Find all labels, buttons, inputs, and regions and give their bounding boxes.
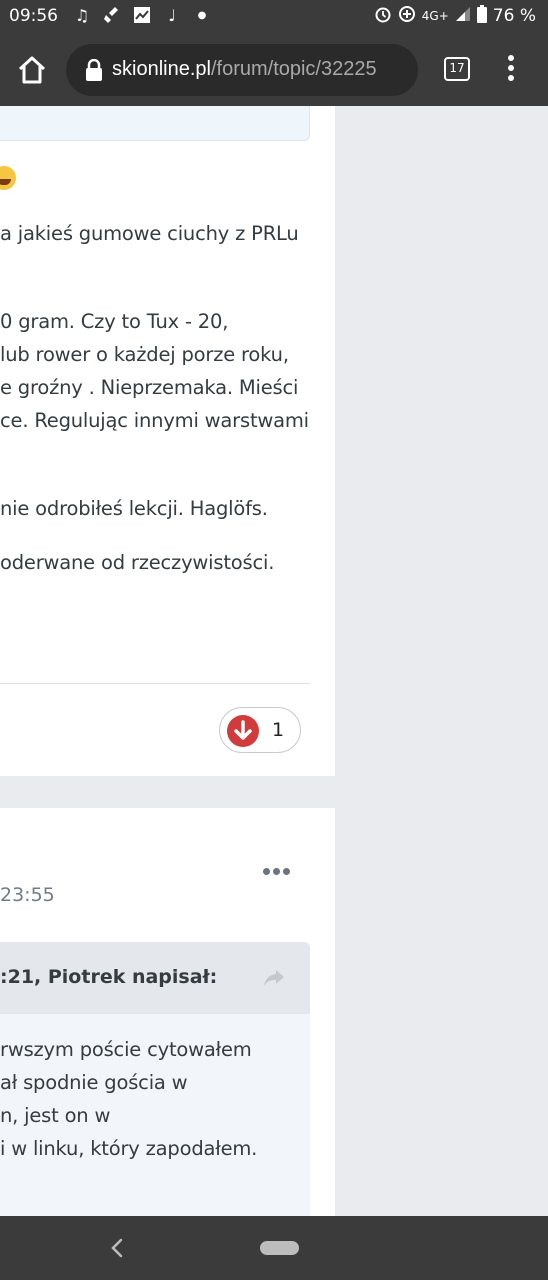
more-options-icon[interactable]: [263, 868, 293, 880]
url-host: skionline.pl: [112, 58, 211, 80]
broom-icon: [102, 5, 122, 25]
forum-post: a jakieś gumowe ciuchy z PRLu 0 gram. Cz…: [0, 106, 335, 776]
tab-switcher-button[interactable]: 17: [444, 57, 470, 81]
reaction-button[interactable]: 1: [219, 707, 301, 753]
post-timestamp: 23:55: [0, 884, 55, 906]
back-icon[interactable]: [107, 1236, 129, 1260]
alarm-icon: [374, 5, 392, 27]
quote-text-line: n, jest on w: [0, 1104, 111, 1127]
chart-image-icon: [132, 5, 152, 25]
status-bar: 09:56 ♫ ♩ ● 4G+ 76 %: [0, 0, 548, 32]
forum-post: 23:55 :21, Piotrek napisał: rwszym pości…: [0, 808, 335, 1216]
quote-text-line: ał spodnie gościa w: [0, 1071, 188, 1094]
quote-box: :21, Piotrek napisał: rwszym poście cyto…: [0, 942, 310, 1216]
post-text-line: 0 gram. Czy to Tux - 20,: [0, 310, 229, 333]
quote-header: :21, Piotrek napisał:: [0, 942, 310, 1014]
browser-toolbar: skionline.pl/forum/topic/32225 17: [0, 32, 548, 106]
url-text: skionline.pl/forum/topic/32225: [112, 58, 412, 81]
post-text-line: e groźny . Nieprzemaka. Mieści: [0, 376, 299, 399]
home-icon[interactable]: [14, 52, 50, 88]
system-indicators: 4G+ 76 %: [374, 5, 536, 27]
quote-box-end: [0, 106, 310, 141]
quote-text-line: i w linku, który zapodałem.: [0, 1137, 258, 1160]
post-text-line: lub rower o każdej porze roku,: [0, 343, 289, 366]
overflow-menu-icon[interactable]: [502, 52, 520, 88]
quote-text-line: rwszym poście cytowałem: [0, 1038, 252, 1061]
quote-author[interactable]: :21, Piotrek napisał:: [0, 966, 217, 988]
reaction-count: 1: [272, 719, 285, 741]
home-pill-button[interactable]: [260, 1241, 299, 1255]
system-navigation-bar: [0, 1216, 548, 1280]
notification-icons: ♫ ♩ ●: [72, 5, 212, 25]
post-text-line: nie odrobiłeś lekcji. Haglöfs.: [0, 497, 268, 520]
post-text-line: ce. Regulując innymi warstwami: [0, 409, 309, 432]
address-bar[interactable]: skionline.pl/forum/topic/32225: [66, 44, 418, 96]
post-text-line: a jakieś gumowe ciuchy z PRLu: [0, 222, 299, 245]
laughing-emoji-icon: [0, 166, 16, 190]
signal-icon: [455, 6, 471, 26]
dot-icon: ●: [197, 9, 207, 21]
status-time: 09:56: [9, 6, 58, 26]
share-arrow-icon[interactable]: [262, 968, 286, 988]
thumbs-down-arrow-icon: [227, 715, 259, 747]
network-type: 4G+: [421, 9, 449, 23]
post-divider: [0, 683, 310, 684]
post-text-line: oderwane od rzeczywistości.: [0, 551, 275, 574]
music-note-icon: ♫: [74, 5, 90, 25]
data-saver-icon: [398, 5, 416, 27]
battery-percent: 76 %: [492, 6, 536, 26]
battery-icon: [476, 5, 487, 27]
music-note-small-icon: ♩: [168, 5, 176, 25]
page-viewport: a jakieś gumowe ciuchy z PRLu 0 gram. Cz…: [0, 106, 548, 1216]
url-path: /forum/topic/32225: [210, 58, 377, 80]
lock-icon: [84, 58, 104, 81]
